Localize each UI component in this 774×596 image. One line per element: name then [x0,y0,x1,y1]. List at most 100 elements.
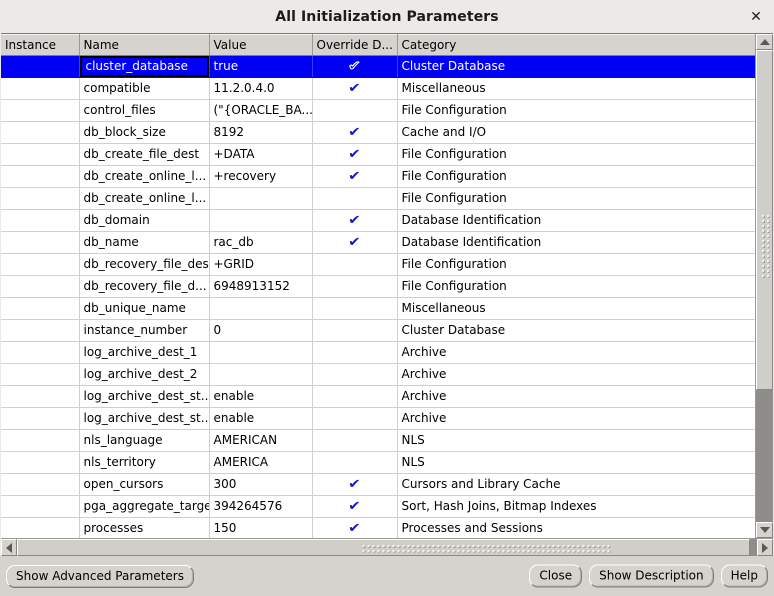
cell-value[interactable]: 150 [209,517,313,538]
table-row[interactable]: open_cursors 300 ✔ Cursors and Library Cach… [1,473,755,496]
cell-override-default[interactable] [312,363,398,386]
table-row[interactable]: db_unique_name Miscellaneous [1,297,755,320]
cell-instance[interactable] [1,473,80,496]
cell-category[interactable]: File Configuration [397,99,755,122]
cell-value[interactable]: rac_db [209,231,313,254]
column-header-value[interactable]: Value [209,34,313,56]
cell-category[interactable]: File Configuration [397,187,755,210]
table-row[interactable]: log_archive_dest_st... enable Archive [1,407,755,430]
table-row[interactable]: log_archive_dest_st... enable Archive [1,385,755,408]
table-row[interactable]: control_files ("{ORACLE_BA... File Configu… [1,99,755,122]
cell-name[interactable]: log_archive_dest_2 [79,363,210,386]
cell-instance[interactable] [1,253,80,276]
show-description-button[interactable]: Show Description [589,564,714,588]
table-row[interactable]: db_create_file_dest +DATA ✔ File Configurat… [1,143,755,166]
cell-value[interactable] [209,341,313,364]
cell-value[interactable]: enable [209,407,313,430]
cell-name[interactable]: db_name [79,231,210,254]
cell-category[interactable]: Archive [397,341,755,364]
cell-name[interactable]: open_cursors [79,473,210,496]
cell-override-default[interactable] [312,429,398,452]
cell-value[interactable]: 6948913152 [209,275,313,298]
table-row[interactable]: db_block_size 8192 ✔ Cache and I/O [1,121,755,144]
cell-override-default[interactable]: ✔ [312,55,398,78]
cell-category[interactable]: Miscellaneous [397,297,755,320]
cell-value[interactable]: ("{ORACLE_BA... [209,99,313,122]
cell-category[interactable]: NLS [397,451,755,474]
cell-name[interactable]: db_create_online_l... [79,187,210,210]
arrow-left-icon[interactable] [1,539,17,556]
cell-category[interactable]: File Configuration [397,275,755,298]
cell-name[interactable]: db_domain [79,209,210,232]
cell-instance[interactable] [1,209,80,232]
cell-instance[interactable] [1,407,80,430]
cell-name[interactable]: db_unique_name [79,297,210,320]
cell-name[interactable]: db_recovery_file_dest [79,253,210,276]
cell-override-default[interactable]: ✔ [312,165,398,188]
cell-instance[interactable] [1,99,80,122]
cell-name[interactable]: nls_language [79,429,210,452]
arrow-right-icon[interactable] [757,539,773,556]
cell-value[interactable] [209,209,313,232]
cell-name[interactable]: nls_territory [79,451,210,474]
cell-instance[interactable] [1,517,80,538]
arrow-up-icon[interactable] [756,34,773,50]
cell-override-default[interactable]: ✔ [312,209,398,232]
cell-override-default[interactable] [312,99,398,122]
table-row[interactable]: instance_number 0 Cluster Database [1,319,755,342]
table-row[interactable]: db_recovery_file_dest +GRID File Configura… [1,253,755,276]
cell-name[interactable]: log_archive_dest_1 [79,341,210,364]
cell-override-default[interactable]: ✔ [312,473,398,496]
cell-override-default[interactable] [312,253,398,276]
vertical-scroll-track[interactable] [756,50,773,522]
cell-category[interactable]: Archive [397,363,755,386]
cell-value[interactable]: +recovery [209,165,313,188]
table-row[interactable]: db_recovery_file_d... 6948913152 File Conf… [1,275,755,298]
cell-override-default[interactable] [312,451,398,474]
cell-category[interactable]: File Configuration [397,165,755,188]
table-row[interactable]: pga_aggregate_target 394264576 ✔ Sort, Hash… [1,495,755,518]
table-row[interactable]: log_archive_dest_1 Archive [1,341,755,364]
cell-category[interactable]: Miscellaneous [397,77,755,100]
table-row[interactable]: nls_language AMERICAN NLS [1,429,755,452]
cell-value[interactable] [209,363,313,386]
cell-override-default[interactable] [312,319,398,342]
cell-name[interactable]: instance_number [79,319,210,342]
cell-override-default[interactable]: ✔ [312,495,398,518]
table-row[interactable]: cluster_database true ✔ Cluster Database [1,55,755,78]
cell-instance[interactable] [1,297,80,320]
cell-name[interactable]: processes [79,517,210,538]
cell-value[interactable]: +GRID [209,253,313,276]
cell-override-default[interactable]: ✔ [312,143,398,166]
cell-category[interactable]: Cluster Database [397,319,755,342]
cell-value[interactable] [209,187,313,210]
cell-instance[interactable] [1,495,80,518]
column-header-category[interactable]: Category [397,34,755,56]
cell-value[interactable]: 394264576 [209,495,313,518]
cell-override-default[interactable]: ✔ [312,231,398,254]
cell-value[interactable]: AMERICAN [209,429,313,452]
cell-name[interactable]: log_archive_dest_st... [79,407,210,430]
cell-instance[interactable] [1,275,80,298]
cell-override-default[interactable] [312,275,398,298]
cell-value[interactable]: 300 [209,473,313,496]
cell-name[interactable]: compatible [79,77,210,100]
cell-instance[interactable] [1,143,80,166]
cell-instance[interactable] [1,363,80,386]
cell-override-default[interactable] [312,297,398,320]
cell-category[interactable]: File Configuration [397,253,755,276]
cell-category[interactable]: Database Identification [397,209,755,232]
cell-instance[interactable] [1,55,80,78]
cell-instance[interactable] [1,165,80,188]
cell-category[interactable]: Cluster Database [397,55,755,78]
cell-value[interactable] [209,297,313,320]
cell-instance[interactable] [1,385,80,408]
cell-category[interactable]: Sort, Hash Joins, Bitmap Indexes [397,495,755,518]
close-button[interactable]: Close [529,564,583,588]
cell-value[interactable]: 0 [209,319,313,342]
table-row[interactable]: db_create_online_l... +recovery ✔ File Conf… [1,165,755,188]
cell-instance[interactable] [1,429,80,452]
table-row[interactable]: processes 150 ✔ Processes and Sessions [1,517,755,538]
cell-instance[interactable] [1,231,80,254]
cell-value[interactable]: enable [209,385,313,408]
